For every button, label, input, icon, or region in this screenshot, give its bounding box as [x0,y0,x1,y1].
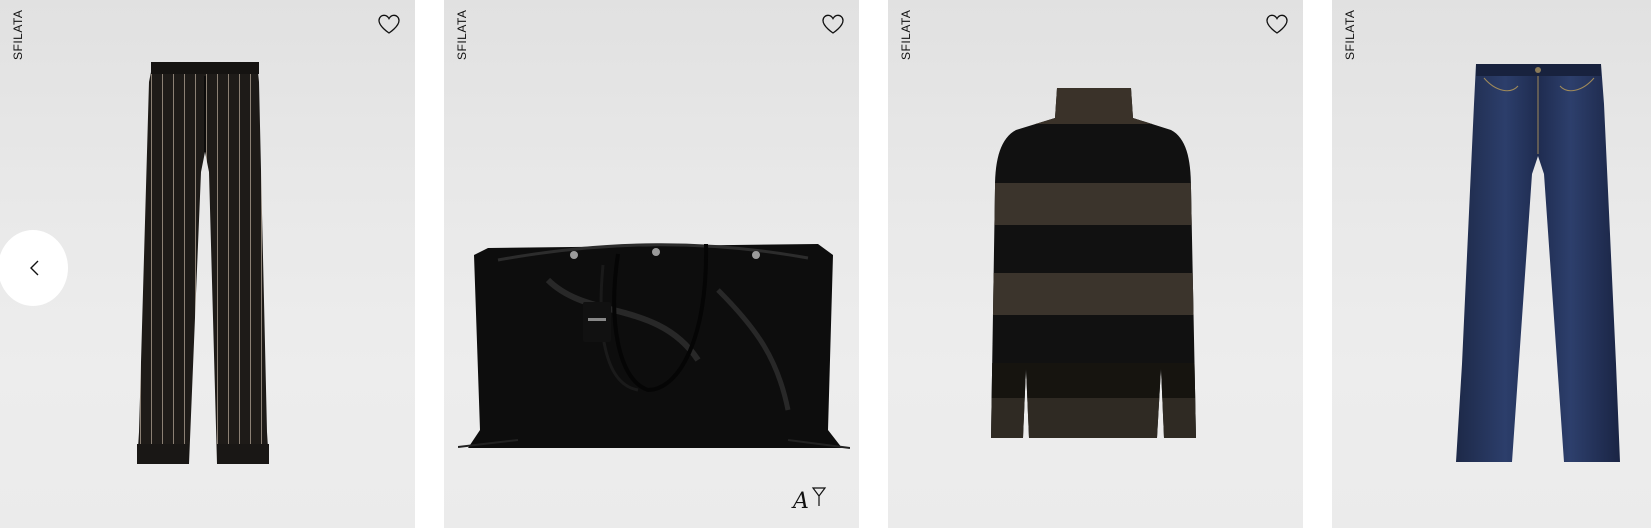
wishlist-heart-icon[interactable] [377,13,401,35]
wishlist-heart-icon[interactable] [1265,13,1289,35]
brand-watermark-logo: A [791,484,831,514]
product-card[interactable]: SFILATA A [444,0,859,528]
svg-text:A: A [791,489,809,514]
chevron-left-icon [30,260,39,276]
sfilata-badge: SFILATA [1343,9,1357,60]
product-image-striped-turtleneck-sweater[interactable] [981,88,1206,438]
product-card[interactable]: SFILATA [888,0,1303,528]
product-card[interactable]: SFILATA [1332,0,1651,528]
sfilata-badge: SFILATA [11,9,25,60]
wishlist-heart-icon[interactable] [821,13,845,35]
product-image-pinstripe-trousers[interactable] [135,62,275,467]
product-image-black-leather-tote-bag[interactable] [458,240,850,455]
previous-button[interactable] [0,230,68,306]
sfilata-badge: SFILATA [899,9,913,60]
product-card[interactable]: SFILATA [0,0,415,528]
product-carousel: SFILATA SFILATA A SFILATA SFILATA [0,0,1651,528]
product-image-dark-wash-wide-leg-jeans[interactable] [1456,64,1621,464]
sfilata-badge: SFILATA [455,9,469,60]
